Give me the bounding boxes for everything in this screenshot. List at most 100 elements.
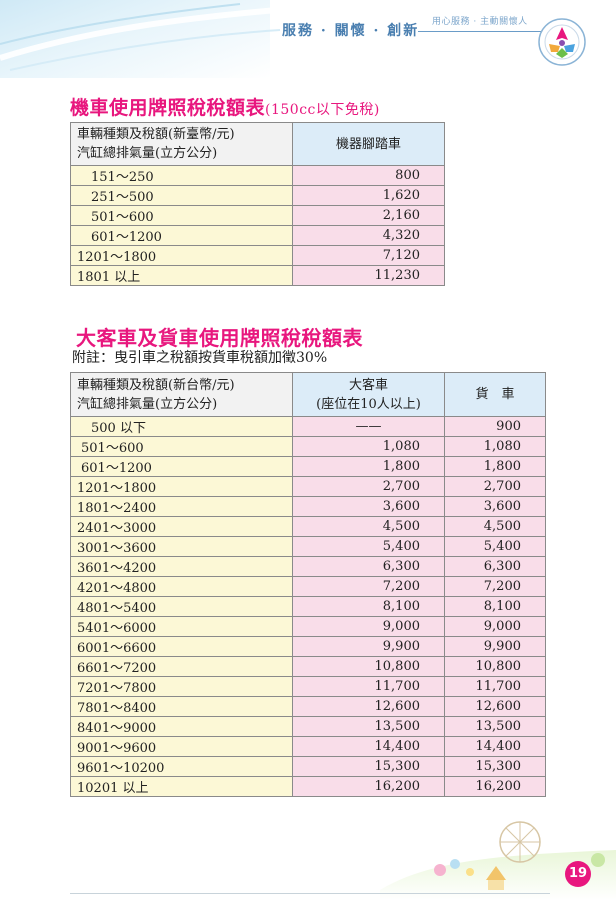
header-rule [418,31,546,32]
bus-tax-value-cell: 4,500 [292,516,445,537]
displacement-range-cell: 7201～7800 [70,676,293,697]
header-slogan: 服務 · 關懷 · 創新 [282,23,420,39]
table-row: 151～250 800 [70,165,445,186]
truck-tax-value-cell: 13,500 [444,716,546,737]
bus-tax-value-cell: 5,400 [292,536,445,557]
header-bus-column: 大客車 (座位在10人以上) [292,372,445,417]
displacement-range-cell: 2401～3000 [70,516,293,537]
bus-tax-value-cell: —— [292,416,445,437]
motorcycle-title-text: 機車使用牌照稅稅額表 [70,97,266,119]
header-category-cell: 車輛種類及稅額(新台幣/元) 汽缸總排氣量(立方公分) [70,372,293,417]
table-row: 501～600 1,080 1,080 [70,436,546,457]
displacement-range-cell: 4801～5400 [70,596,293,617]
header-category-line2: 汽缸總排氣量(立方公分) [77,146,218,161]
displacement-range-cell: 6001～6600 [70,636,293,657]
displacement-range-cell: 9601～10200 [70,756,293,777]
table-row: 500 以下 —— 900 [70,416,546,437]
truck-tax-value-cell: 16,200 [444,776,546,797]
truck-tax-value-cell: 10,800 [444,656,546,677]
displacement-range-cell: 3601～4200 [70,556,293,577]
truck-tax-value-cell: 6,300 [444,556,546,577]
truck-tax-value-cell: 11,700 [444,676,546,697]
table-row: 501～600 2,160 [70,205,445,226]
truck-tax-value-cell: 12,600 [444,696,546,717]
bus-tax-value-cell: 7,200 [292,576,445,597]
bus-tax-value-cell: 11,700 [292,676,445,697]
truck-tax-value-cell: 1,080 [444,436,546,457]
header-category-line2: 汽缸總排氣量(立方公分) [77,396,218,412]
table-row: 601～1200 1,800 1,800 [70,456,546,477]
table-row: 8401～9000 13,500 13,500 [70,716,546,737]
table-row: 1201～1800 7,120 [70,245,445,266]
table-row: 1801～2400 3,600 3,600 [70,496,546,517]
table-row: 7801～8400 12,600 12,600 [70,696,546,717]
header-category-cell: 車輛種類及稅額(新臺幣/元) 汽缸總排氣量(立方公分) [70,122,293,166]
displacement-range-cell: 7801～8400 [70,696,293,717]
motorcycle-tax-table: 車輛種類及稅額(新臺幣/元) 汽缸總排氣量(立方公分) 機器腳踏車 151～25… [70,122,445,286]
truck-tax-value-cell: 14,400 [444,736,546,757]
truck-tax-value-cell: 5,400 [444,536,546,557]
bus-tax-value-cell: 13,500 [292,716,445,737]
table-row: 6601～7200 10,800 10,800 [70,656,546,677]
table-row: 9601～10200 15,300 15,300 [70,756,546,777]
table-row: 2401～3000 4,500 4,500 [70,516,546,537]
displacement-range-cell: 1201～1800 [70,476,293,497]
tax-bureau-logo-icon [538,18,586,66]
bus-tax-value-cell: 1,080 [292,436,445,457]
header-bus-line2: (座位在10人以上) [316,396,421,412]
truck-tax-value-cell: 900 [444,416,546,437]
table-header-row: 車輛種類及稅額(新臺幣/元) 汽缸總排氣量(立方公分) 機器腳踏車 [70,122,445,166]
bus-tax-value-cell: 15,300 [292,756,445,777]
table-row: 3601～4200 6,300 6,300 [70,556,546,577]
bus-truck-table-note: 附註：曳引車之稅額按貨車稅額加徵30% [72,350,328,366]
displacement-range-cell: 1801 以上 [70,265,293,286]
displacement-range-cell: 6601～7200 [70,656,293,677]
displacement-range-cell: 151～250 [70,165,293,186]
displacement-range-cell: 3001～3600 [70,536,293,557]
displacement-range-cell: 1801～2400 [70,496,293,517]
header-category-line1: 車輛種類及稅額(新台幣/元) [77,377,235,393]
truck-tax-value-cell: 7,200 [444,576,546,597]
displacement-range-cell: 501～600 [70,205,293,226]
page-number-badge: 19 [565,861,591,887]
header-motorcycle-column: 機器腳踏車 [292,122,445,166]
truck-tax-value-cell: 9,000 [444,616,546,637]
truck-tax-value-cell: 1,800 [444,456,546,477]
table-row: 3001～3600 5,400 5,400 [70,536,546,557]
bus-tax-value-cell: 12,600 [292,696,445,717]
motorcycle-tax-value-cell: 800 [292,165,445,186]
displacement-range-cell: 8401～9000 [70,716,293,737]
table-row: 10201 以上 16,200 16,200 [70,776,546,797]
bus-tax-value-cell: 10,800 [292,656,445,677]
table-row: 6001～6600 9,900 9,900 [70,636,546,657]
bus-tax-value-cell: 16,200 [292,776,445,797]
displacement-range-cell: 601～1200 [70,456,293,477]
header-subtitle: 用心服務 · 主動關懷人 [432,17,528,27]
displacement-range-cell: 4201～4800 [70,576,293,597]
table-row: 601～1200 4,320 [70,225,445,246]
table-header-row: 車輛種類及稅額(新台幣/元) 汽缸總排氣量(立方公分) 大客車 (座位在10人以… [70,372,546,417]
displacement-range-cell: 9001～9600 [70,736,293,757]
header-swoosh-decoration [0,3,301,71]
truck-tax-value-cell: 15,300 [444,756,546,777]
motorcycle-title-note: (150cc以下免稅) [265,102,380,118]
footer-rule [70,893,550,894]
table-row: 9001～9600 14,400 14,400 [70,736,546,757]
footer-amusement-park-illustration [380,821,616,900]
page-header: 服務 · 關懷 · 創新 用心服務 · 主動關懷人 [0,0,616,80]
displacement-range-cell: 251～500 [70,185,293,206]
table-row: 5401～6000 9,000 9,000 [70,616,546,637]
displacement-range-cell: 1201～1800 [70,245,293,266]
bus-tax-value-cell: 3,600 [292,496,445,517]
bus-tax-value-cell: 2,700 [292,476,445,497]
truck-tax-value-cell: 8,100 [444,596,546,617]
truck-tax-value-cell: 3,600 [444,496,546,517]
truck-tax-value-cell: 9,900 [444,636,546,657]
motorcycle-tax-value-cell: 1,620 [292,185,445,206]
motorcycle-tax-value-cell: 2,160 [292,205,445,226]
displacement-range-cell: 5401～6000 [70,616,293,637]
table-row: 4201～4800 7,200 7,200 [70,576,546,597]
header-category-line1: 車輛種類及稅額(新臺幣/元) [77,127,235,142]
motorcycle-table-title: 機車使用牌照稅稅額表(150cc以下免稅) [70,93,380,120]
bus-truck-tax-table: 車輛種類及稅額(新台幣/元) 汽缸總排氣量(立方公分) 大客車 (座位在10人以… [70,372,546,797]
